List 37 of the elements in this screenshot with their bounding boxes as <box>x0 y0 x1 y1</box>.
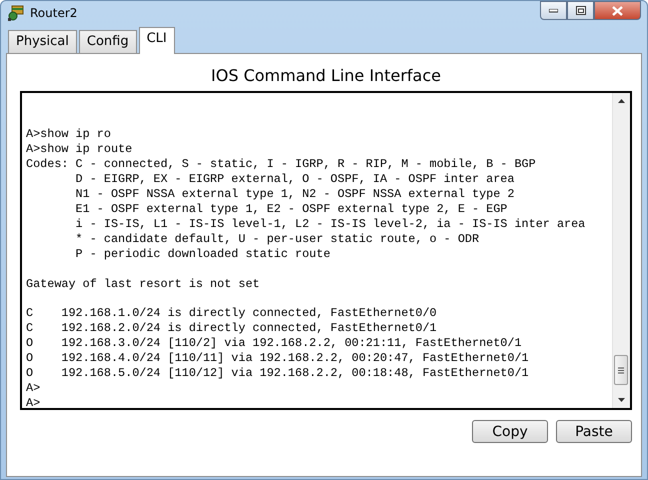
terminal-area[interactable] <box>20 91 632 410</box>
minimize-button[interactable] <box>540 1 567 20</box>
terminal-line: N1 - OSPF NSSA external type 1, N2 - OSPF NSSA external type 2 <box>74 186 514 202</box>
terminal-line: E1 - OSPF external type 1, E2 - OSPF external type 2, E - EGP <box>74 202 508 217</box>
scroll-thumb[interactable] <box>614 355 628 385</box>
terminal-line: * - candidate default, U - per-user static route, o - ODR <box>74 232 480 247</box>
terminal-line: Gateway of last resort is not set <box>26 276 260 292</box>
terminal-line: i - IS-IS, L1 - IS-IS level-1, L2 - IS-IS level-2, ia - IS-IS inter area <box>74 216 586 232</box>
terminal-line: P - periodic downloaded static route <box>74 246 330 262</box>
tab[interactable]: CLI <box>138 27 175 54</box>
terminal-line: Codes: C - connected, S - static, I - IGRP, R - RIP, M - mobile, B - BGP <box>26 156 536 172</box>
grip-icon <box>618 366 624 374</box>
tab[interactable]: Config <box>78 30 137 53</box>
terminal-line: A>show ip route <box>26 142 132 157</box>
paste-button[interactable]: Paste <box>556 420 632 443</box>
terminal-line: C 192.168.1.0/24 is directly connected, FastEthernet0/0 <box>26 306 437 322</box>
close-icon <box>612 6 623 16</box>
terminal-line: O 192.168.4.0/24 [110/11] via 192.168.2.2, 00:20:47, FastEthernet0/1 <box>26 351 529 366</box>
scroll-up-icon <box>618 99 625 103</box>
terminal-line: O 192.168.3.0/24 [110/2] via 192.168.2.2, 00:21:11, FastEthernet0/1 <box>26 336 522 352</box>
window-title: Router2 <box>30 6 78 20</box>
terminal-line: A> <box>26 381 40 396</box>
router-icon <box>7 4 25 22</box>
terminal-line: A> <box>26 396 40 412</box>
copy-button[interactable]: Copy <box>472 420 548 443</box>
terminal-line: C 192.168.2.0/24 is directly connected, FastEthernet0/1 <box>26 321 437 336</box>
terminal-line: O 192.168.5.0/24 [110/12] via 192.168.2.2, 00:18:48, FastEthernet0/1 <box>26 366 529 382</box>
terminal-line: D - EIGRP, EX - EIGRP external, O - OSPF, IA - OSPF inter area <box>74 172 514 187</box>
panel-heading: IOS Command Line Interface <box>210 66 442 85</box>
close-button[interactable] <box>594 1 641 20</box>
scrollbar[interactable] <box>612 93 630 408</box>
terminal-line: A>show ip ro <box>26 127 111 142</box>
maximize-button[interactable] <box>567 1 594 20</box>
minimize-icon <box>549 8 558 12</box>
maximize-icon <box>576 6 586 15</box>
scroll-down-icon <box>618 398 625 402</box>
tab[interactable]: Physical <box>8 30 77 53</box>
